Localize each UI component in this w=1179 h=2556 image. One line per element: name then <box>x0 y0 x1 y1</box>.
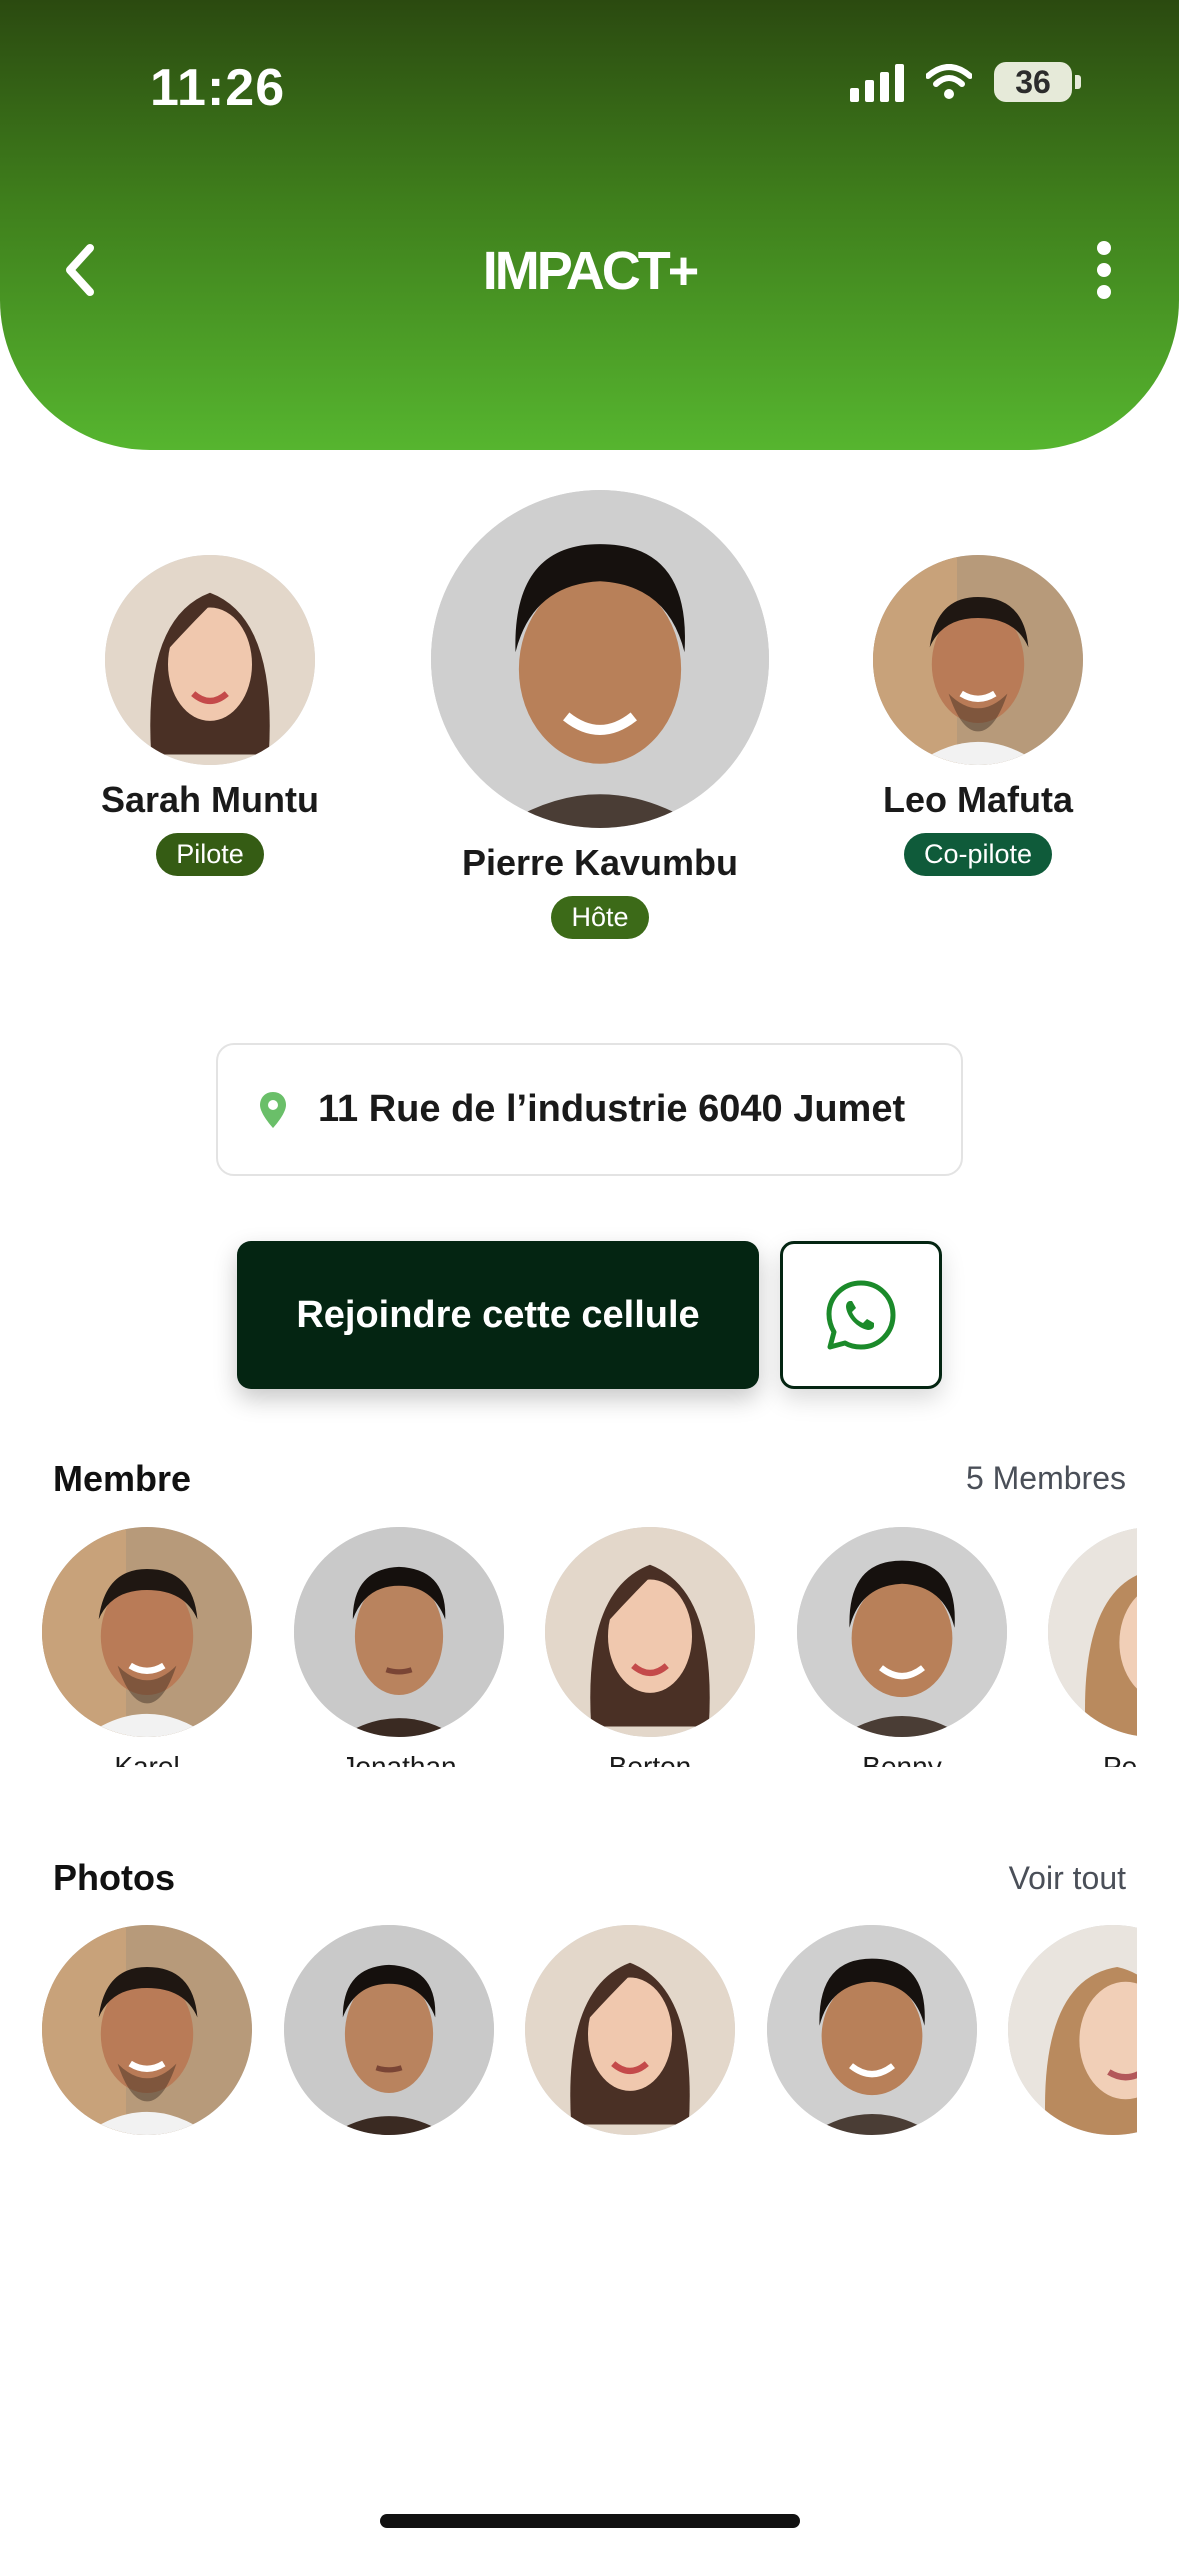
photo-thumbnail[interactable] <box>42 1925 252 2135</box>
list-item[interactable]: Jonathan <box>294 1527 504 1767</box>
avatar <box>545 1527 755 1737</box>
list-item[interactable]: Pe <box>1048 1527 1137 1767</box>
photos-list[interactable] <box>0 1925 1137 2140</box>
leader-name: Leo Mafuta <box>882 779 1073 820</box>
avatar <box>105 555 315 765</box>
members-list[interactable]: Karel Jonathan Berton Benny Pe <box>0 1527 1137 1767</box>
members-count[interactable]: 5 Membres <box>966 1460 1126 1497</box>
photo-thumbnail[interactable] <box>284 1925 494 2135</box>
leader-pilote[interactable]: Sarah Muntu Pilote <box>60 555 360 876</box>
role-badge: Co-pilote <box>903 833 1053 876</box>
role-badge: Pilote <box>156 833 264 876</box>
more-options-button[interactable] <box>1079 240 1129 300</box>
location-pin-icon <box>260 1091 286 1128</box>
member-name: Benny <box>862 1751 942 1767</box>
member-name: Pe <box>1103 1751 1137 1767</box>
avatar <box>42 1527 252 1737</box>
photos-title: Photos <box>53 1857 175 1898</box>
see-all-photos-link[interactable]: Voir tout <box>1009 1860 1126 1897</box>
app-header: 11:26 36 IMPACT+ <box>0 0 1179 450</box>
join-cell-button[interactable]: Rejoindre cette cellule <box>237 1241 759 1389</box>
member-name: Jonathan <box>341 1751 457 1767</box>
address-text: 11 Rue de l’industrie 6040 Jumet <box>318 1088 906 1130</box>
whatsapp-button[interactable] <box>780 1241 942 1389</box>
photo-thumbnail[interactable] <box>767 1925 977 2135</box>
home-indicator[interactable] <box>380 2514 800 2528</box>
avatar <box>797 1527 1007 1737</box>
more-vertical-icon <box>1097 241 1111 255</box>
whatsapp-icon <box>826 1280 896 1350</box>
list-item[interactable]: Benny <box>797 1527 1007 1767</box>
battery-icon: 36 <box>994 62 1081 102</box>
list-item[interactable]: Karel <box>42 1527 252 1767</box>
cellular-signal-icon <box>850 62 904 102</box>
avatar <box>1048 1527 1137 1737</box>
photo-thumbnail[interactable] <box>525 1925 735 2135</box>
leader-copilote[interactable]: Leo Mafuta Co-pilote <box>828 555 1128 876</box>
status-time: 11:26 <box>150 59 286 117</box>
avatar <box>431 490 769 828</box>
wifi-icon <box>926 64 972 99</box>
member-name: Karel <box>114 1751 180 1767</box>
member-name: Berton <box>608 1751 692 1767</box>
avatar <box>294 1527 504 1737</box>
leader-name: Pierre Kavumbu <box>461 842 739 883</box>
app-title: IMPACT+ <box>482 241 700 301</box>
leader-hote[interactable]: Pierre Kavumbu Hôte <box>400 490 800 939</box>
address-card[interactable]: 11 Rue de l’industrie 6040 Jumet <box>216 1043 963 1176</box>
leader-name: Sarah Muntu <box>100 779 319 820</box>
role-badge: Hôte <box>551 896 649 939</box>
avatar <box>873 555 1083 765</box>
list-item[interactable]: Berton <box>545 1527 755 1767</box>
battery-level: 36 <box>994 62 1072 102</box>
photo-thumbnail[interactable] <box>1008 1925 1137 2135</box>
status-icons: 36 <box>850 62 1081 102</box>
members-title: Membre <box>53 1458 192 1499</box>
